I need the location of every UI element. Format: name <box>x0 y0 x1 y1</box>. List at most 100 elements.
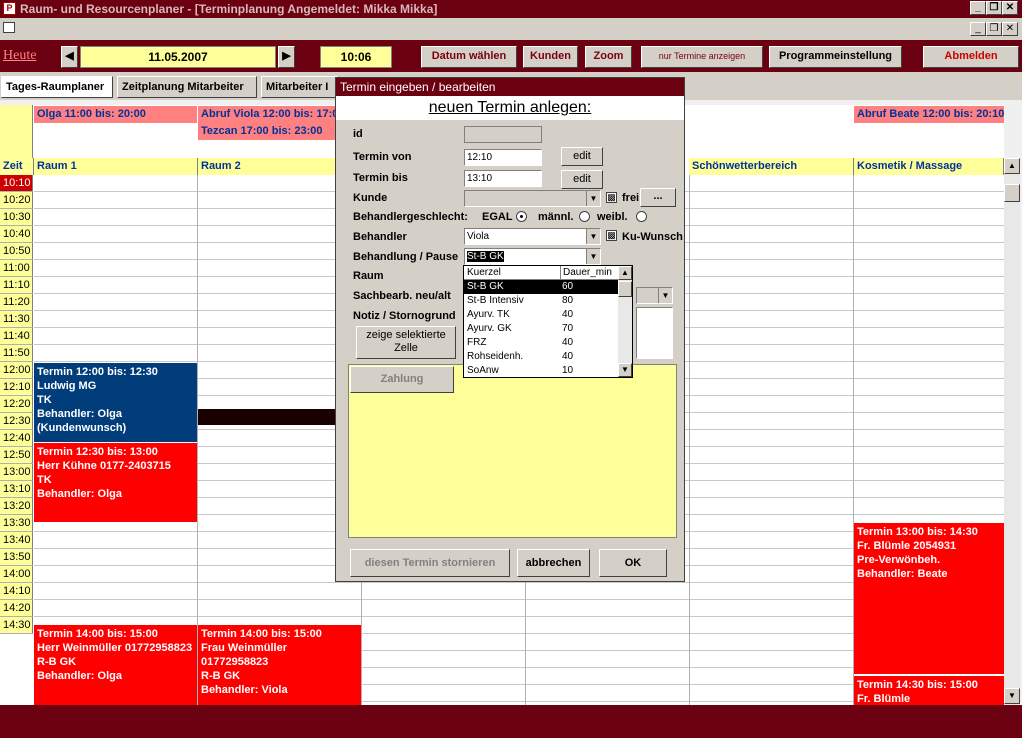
tab-mitarbeiter[interactable]: Mitarbeiter I <box>261 76 339 98</box>
tab-tages-raumplaner[interactable]: Tages-Raumplaner <box>1 76 113 98</box>
time-slot: 11:00 <box>0 260 33 277</box>
frei-checkbox[interactable]: ▩ <box>606 192 617 203</box>
time-slot: 14:00 <box>0 566 33 583</box>
date-field[interactable]: 11.05.2007 <box>80 46 276 68</box>
chevron-down-icon[interactable]: ▼ <box>586 191 600 206</box>
datum-waehlen-button[interactable]: Datum wählen <box>421 46 517 68</box>
time-slot: 14:30 <box>0 617 33 634</box>
dropdown-scroll-up-icon[interactable]: ▲ <box>618 266 632 280</box>
tab-zeitplanung-mitarbeiter[interactable]: Zeitplanung Mitarbeiter <box>117 76 257 98</box>
ok-button[interactable]: OK <box>599 549 667 577</box>
doc-close-icon[interactable]: ✕ <box>1002 22 1018 36</box>
appointment-ludwig[interactable]: Termin 12:00 bis: 12:30 Ludwig MG TK Beh… <box>34 363 197 442</box>
termin-dialog: Termin eingeben / bearbeiten neuen Termi… <box>335 77 685 582</box>
von-field[interactable]: 12:10 <box>464 149 542 166</box>
time-slot: 12:10 <box>0 379 33 396</box>
dropdown-option[interactable]: Ayurv. GK 70 <box>464 322 618 336</box>
time-slot: 14:10 <box>0 583 33 600</box>
col-raum1: Raum 1 <box>34 158 198 175</box>
time-slot: 12:40 <box>0 430 33 447</box>
weibl-label: weibl. <box>597 211 628 223</box>
behandler-combo[interactable]: Viola ▼ <box>464 228 601 245</box>
dropdown-option[interactable]: Rohseidenh. 40 <box>464 350 618 364</box>
von-edit-button[interactable]: edit <box>561 147 603 166</box>
kunden-button[interactable]: Kunden <box>523 46 578 68</box>
notiz-label: Notiz / Stornogrund <box>353 310 456 322</box>
option-kuerzel: Rohseidenh. <box>467 351 524 362</box>
behandlung-dropdown[interactable]: Kuerzel Dauer_min St-B GK 60 St-B Intensiv… <box>463 265 633 378</box>
behandlung-value: St-B GK <box>467 251 504 262</box>
doc-restore-icon[interactable]: ❐ <box>986 22 1002 36</box>
notiz-field[interactable] <box>636 307 673 359</box>
maennl-radio[interactable] <box>579 211 590 222</box>
sachbearb-combo[interactable]: ▼ <box>636 287 673 304</box>
olga-shift[interactable]: Olga 11:00 bis: 20:00 <box>34 106 197 123</box>
dropdown-scroll-thumb[interactable] <box>618 281 632 297</box>
document-icon[interactable] <box>3 22 15 33</box>
prev-day-button[interactable]: ◀ <box>61 46 78 68</box>
programmeinstellung-button[interactable]: Programmeinstellung <box>769 46 902 68</box>
egal-radio[interactable] <box>516 211 527 222</box>
chevron-down-icon[interactable]: ▼ <box>586 249 600 264</box>
chevron-down-icon[interactable]: ▼ <box>586 229 600 244</box>
weibl-radio[interactable] <box>636 211 647 222</box>
chevron-down-icon[interactable]: ▼ <box>658 288 672 303</box>
dropdown-option[interactable]: SoAnw 10 <box>464 364 618 378</box>
close-icon[interactable]: ✕ <box>1002 1 1018 15</box>
tezcan-shift[interactable]: Tezcan 17:00 bis: 23:00 <box>198 123 336 140</box>
bis-label: Termin bis <box>353 172 408 184</box>
time-slot: 14:20 <box>0 600 33 617</box>
restore-icon[interactable]: ❐ <box>986 1 1002 15</box>
kunde-browse-button[interactable]: ... <box>640 188 676 207</box>
time-slot: 10:10 <box>0 175 33 192</box>
scroll-down-icon[interactable]: ▼ <box>1004 688 1020 704</box>
time-slot: 13:00 <box>0 464 33 481</box>
zeige-zelle-button[interactable]: zeige selektierte Zelle <box>356 326 456 359</box>
abbrechen-button[interactable]: abbrechen <box>517 549 590 577</box>
heute-link[interactable]: Heute <box>3 48 36 64</box>
menubar: _ ❐ ✕ <box>0 18 1022 40</box>
corner-cell <box>0 105 33 158</box>
minimize-icon[interactable]: _ <box>970 1 986 15</box>
option-dauer: 40 <box>562 337 574 348</box>
behandler-value: Viola <box>467 231 490 242</box>
time-slot: 12:30 <box>0 413 33 430</box>
option-dauer: 10 <box>562 365 574 376</box>
dropdown-header: Kuerzel Dauer_min <box>464 266 618 280</box>
bis-field[interactable]: 13:10 <box>464 170 542 187</box>
scroll-up-icon[interactable]: ▲ <box>1004 158 1020 174</box>
abmelden-button[interactable]: Abmelden <box>923 46 1019 68</box>
viola-shift[interactable]: Abruf Viola 12:00 bis: 17:00 <box>198 106 336 123</box>
vertical-scrollbar[interactable]: ▲ ▼ <box>1004 158 1020 705</box>
appointment-frau-weinmueller[interactable]: Termin 14:00 bis: 15:00 Frau Weinmüller … <box>198 625 361 705</box>
dialog-heading: neuen Termin anlegen: <box>336 96 684 120</box>
next-day-button[interactable]: ▶ <box>278 46 295 68</box>
appointment-herr-weinmueller[interactable]: Termin 14:00 bis: 15:00 Herr Weinmüller … <box>34 625 197 705</box>
stornieren-button[interactable]: diesen Termin stornieren <box>350 549 510 577</box>
dropdown-option[interactable]: Ayurv. TK 40 <box>464 308 618 322</box>
time-slot: 11:30 <box>0 311 33 328</box>
scroll-thumb[interactable] <box>1004 184 1020 202</box>
appointment-bluemle-1[interactable]: Termin 13:00 bis: 14:30 Fr. Blümle 20549… <box>854 523 1004 674</box>
time-slot: 13:20 <box>0 498 33 515</box>
dropdown-scroll-down-icon[interactable]: ▼ <box>618 363 632 377</box>
behandlung-combo[interactable]: St-B GK ▼ <box>464 248 601 265</box>
dropdown-scrollbar[interactable]: ▲ ▼ <box>618 266 632 377</box>
dropdown-option[interactable]: St-B Intensiv 80 <box>464 294 618 308</box>
col-kosmetik: Kosmetik / Massage <box>854 158 1004 175</box>
appointment-kuehne[interactable]: Termin 12:30 bis: 13:00 Herr Kühne 0177-… <box>34 443 197 522</box>
option-dauer: 40 <box>562 309 574 320</box>
dropdown-option[interactable]: FRZ 40 <box>464 336 618 350</box>
time-field[interactable]: 10:06 <box>320 46 392 68</box>
kunde-combo[interactable]: ▼ <box>464 190 601 207</box>
nur-termine-button[interactable]: nur Termine anzeigen <box>641 46 763 68</box>
zahlung-button[interactable]: Zahlung <box>350 366 454 393</box>
beate-shift[interactable]: Abruf Beate 12:00 bis: 20:10 <box>854 106 1004 123</box>
zoom-button[interactable]: Zoom <box>585 46 632 68</box>
appointment-bluemle-2[interactable]: Termin 14:30 bis: 15:00 Fr. Blümle <box>854 676 1004 705</box>
doc-minimize-icon[interactable]: _ <box>970 22 986 36</box>
raum-label: Raum <box>353 270 384 282</box>
bis-edit-button[interactable]: edit <box>561 170 603 189</box>
kuwunsch-checkbox[interactable]: ▩ <box>606 230 617 241</box>
dropdown-option[interactable]: St-B GK 60 <box>464 280 618 294</box>
